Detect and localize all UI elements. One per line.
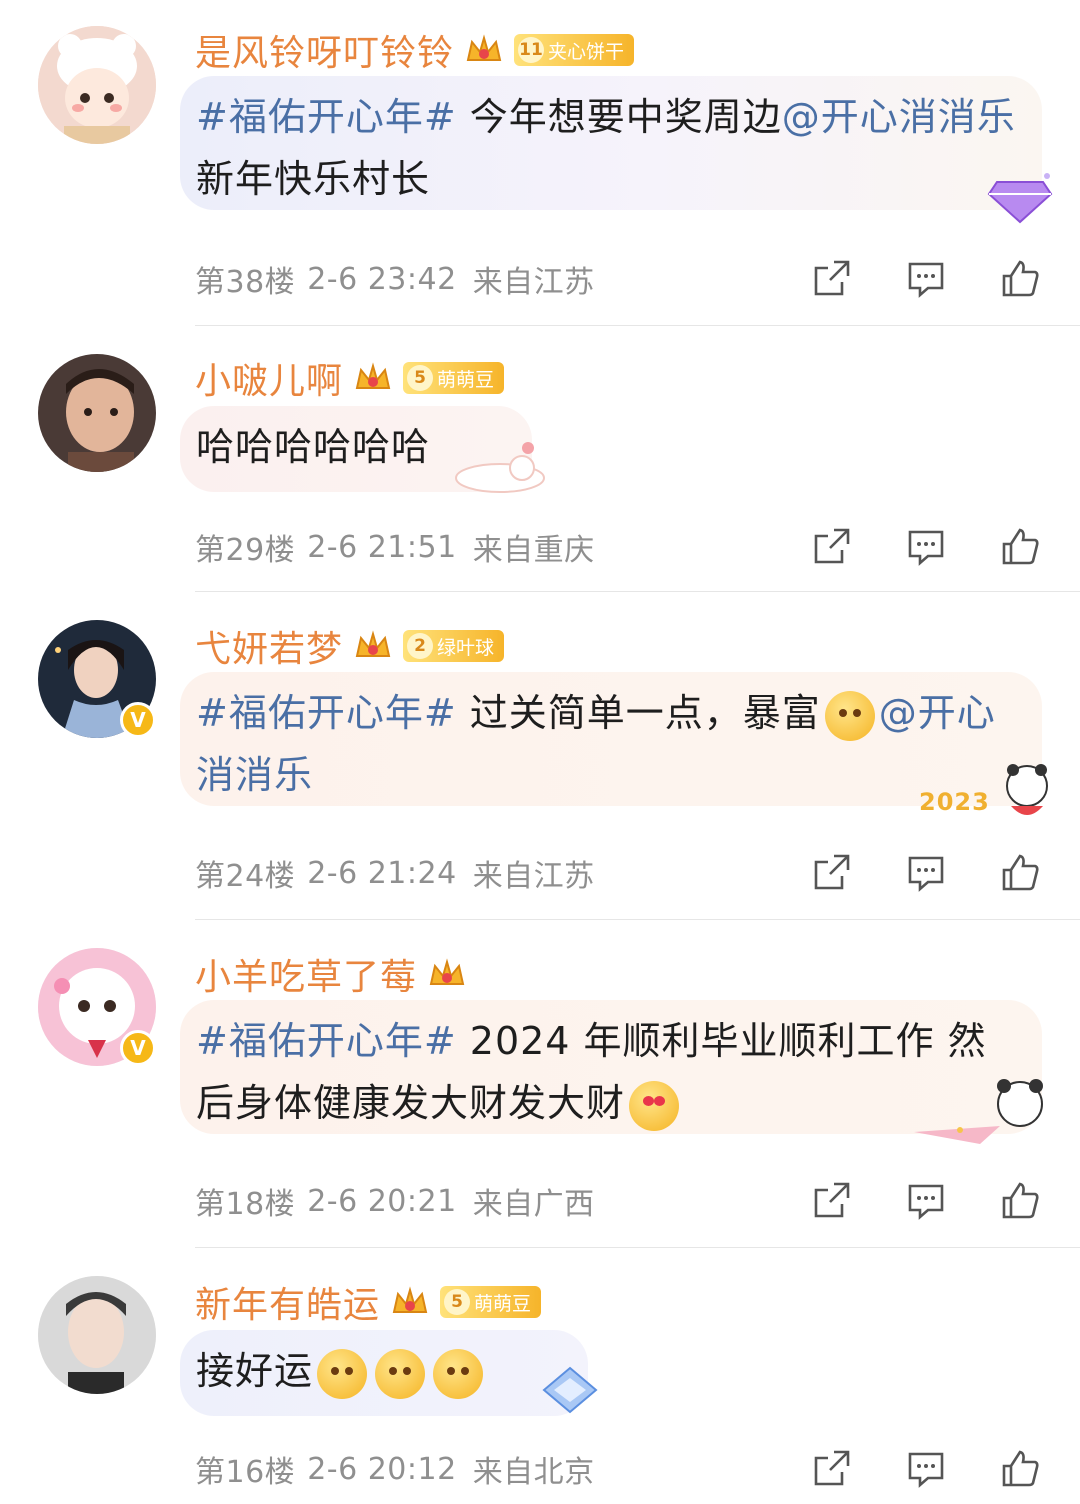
comment-location: 来自重庆 <box>472 533 595 568</box>
share-icon[interactable] <box>812 258 852 298</box>
comment-time: 2-6 23:42 <box>307 261 457 297</box>
blush-emoji-icon <box>433 1348 484 1399</box>
reply-icon[interactable] <box>906 1180 946 1220</box>
comment-text: 哈哈哈哈哈哈 <box>196 425 431 469</box>
fan-level: 5 <box>407 365 434 391</box>
like-icon[interactable] <box>1000 258 1040 298</box>
username[interactable]: 新年有皓运 <box>195 1276 380 1328</box>
crown-icon <box>429 958 465 985</box>
heart-eyes-emoji-icon <box>629 1080 680 1131</box>
avatar[interactable] <box>38 26 156 144</box>
sleeping-cat-deco-icon <box>455 442 545 493</box>
floor-number: 第18楼 <box>195 1187 296 1222</box>
comment-time: 2-6 21:51 <box>307 529 457 565</box>
fan-badge[interactable]: 5 萌萌豆 <box>440 1286 542 1318</box>
floor-number: 第16楼 <box>195 1455 296 1490</box>
comment-content: #福佑开心年# 今年想要中奖周边@开心消消乐 新年快乐村长 <box>196 86 1026 210</box>
like-icon[interactable] <box>1000 526 1040 566</box>
share-icon[interactable] <box>812 852 852 892</box>
comment-item: V 小羊吃草了莓 #福佑开心年# 2024 年顺利毕业顺利工作 然后身体健康发大… <box>0 920 1080 1248</box>
comment-text: 过关简单一点，暴富 <box>456 691 821 735</box>
fan-badge-name: 夹心饼干 <box>548 40 625 63</box>
share-icon[interactable] <box>812 526 852 566</box>
comment-content: #福佑开心年# 2024 年顺利毕业顺利工作 然后身体健康发大财发大财 <box>196 1010 1026 1134</box>
comment-item: 小啵儿啊 5 萌萌豆 哈哈哈哈哈哈 第29楼 2-6 21:51 来自重庆 <box>0 326 1080 592</box>
comment-location: 来自北京 <box>472 1455 595 1490</box>
comment-text: 新年快乐村长 <box>196 157 431 201</box>
comment-location: 来自江苏 <box>472 859 595 894</box>
avatar[interactable] <box>38 354 156 472</box>
like-icon[interactable] <box>1000 1448 1040 1488</box>
comment-time: 2-6 20:21 <box>307 1183 457 1219</box>
comment-item: V 弋妍若梦 2 绿叶球 #福佑开心年# 过关简单一点，暴富 @开心消消乐 202… <box>0 592 1080 920</box>
username[interactable]: 小羊吃草了莓 <box>195 948 417 1000</box>
panda-deco-icon <box>914 1079 1043 1144</box>
comment-text: 今年想要中奖周边 <box>456 95 782 139</box>
fan-badge-name: 绿叶球 <box>437 636 495 659</box>
like-icon[interactable] <box>1000 1180 1040 1220</box>
rainbow-kiss-emoji-icon <box>824 690 875 741</box>
comment-content: #福佑开心年# 过关简单一点，暴富 @开心消消乐 <box>196 682 1026 806</box>
crown-icon <box>392 1286 428 1313</box>
fan-level: 5 <box>444 1289 471 1315</box>
crown-icon <box>466 34 502 61</box>
fan-level: 11 <box>518 37 545 63</box>
comment-bubble: #福佑开心年# 过关简单一点，暴富 @开心消消乐 <box>180 672 1042 806</box>
reply-icon[interactable] <box>906 258 946 298</box>
fan-badge[interactable]: 5 萌萌豆 <box>403 362 505 394</box>
panda-2023-deco: 2023 <box>915 760 1060 826</box>
crown-icon <box>355 362 391 389</box>
verified-badge: V <box>120 702 156 738</box>
topic-link[interactable]: #福佑开心年# <box>196 1019 457 1063</box>
avatar[interactable] <box>38 1276 156 1394</box>
blush-emoji-icon <box>375 1348 426 1399</box>
username[interactable]: 是风铃呀叮铃铃 <box>195 24 454 76</box>
avatar-image <box>38 354 156 472</box>
diamond-deco-icon <box>542 1366 598 1414</box>
crown-icon <box>355 630 391 657</box>
fan-badge[interactable]: 11 夹心饼干 <box>514 34 635 66</box>
comment-bubble: #福佑开心年# 今年想要中奖周边@开心消消乐 新年快乐村长 <box>180 76 1042 210</box>
comment-item: 新年有皓运 5 萌萌豆 接好运 第16楼 2-6 20:12 来自北京 <box>0 1248 1080 1504</box>
fan-badge-name: 萌萌豆 <box>437 368 495 391</box>
deco-year-text: 2023 <box>919 788 990 816</box>
fan-badge-name: 萌萌豆 <box>474 1292 532 1315</box>
comment-text: 接好运 <box>196 1349 314 1393</box>
floor-number: 第38楼 <box>195 265 296 300</box>
verified-badge: V <box>120 1030 156 1066</box>
comment-bubble: 接好运 <box>180 1330 588 1416</box>
share-icon[interactable] <box>812 1448 852 1488</box>
comment-time: 2-6 21:24 <box>307 855 457 891</box>
comment-item: 是风铃呀叮铃铃 11 夹心饼干 #福佑开心年# 今年想要中奖周边@开心消消乐 新… <box>0 0 1080 326</box>
avatar-image <box>38 26 156 144</box>
mention-link[interactable]: @开心消消乐 <box>782 95 1016 139</box>
topic-link[interactable]: #福佑开心年# <box>196 691 457 735</box>
fan-badge[interactable]: 2 绿叶球 <box>403 630 505 662</box>
reply-icon[interactable] <box>906 852 946 892</box>
blush-emoji-icon <box>317 1348 368 1399</box>
username[interactable]: 小啵儿啊 <box>195 352 343 404</box>
comment-content: 接好运 <box>196 1340 572 1402</box>
floor-number: 第24楼 <box>195 859 296 894</box>
reply-icon[interactable] <box>906 1448 946 1488</box>
comment-time: 2-6 20:12 <box>307 1451 457 1487</box>
diamond-deco-icon <box>987 173 1053 224</box>
username[interactable]: 弋妍若梦 <box>195 620 343 672</box>
like-icon[interactable] <box>1000 852 1040 892</box>
topic-link[interactable]: #福佑开心年# <box>196 95 457 139</box>
comment-location: 来自江苏 <box>472 265 595 300</box>
share-icon[interactable] <box>812 1180 852 1220</box>
reply-icon[interactable] <box>906 526 946 566</box>
floor-number: 第29楼 <box>195 533 296 568</box>
comment-location: 来自广西 <box>472 1187 595 1222</box>
avatar-image <box>38 1276 156 1394</box>
fan-level: 2 <box>407 633 434 659</box>
